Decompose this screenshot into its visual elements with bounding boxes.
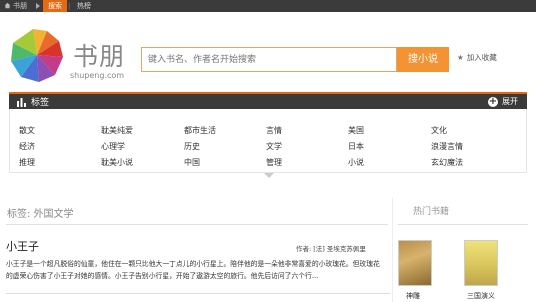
tag-link[interactable]: 文化 xyxy=(431,125,447,136)
tag-link[interactable]: 美国 xyxy=(348,125,364,136)
tag-link[interactable]: 耽美纯爱 xyxy=(101,125,133,136)
tag-panel-title: 标签 xyxy=(31,98,50,108)
logo-wordmark: 书朋 xyxy=(73,42,126,71)
book-cover[interactable] xyxy=(464,240,498,286)
tag-link[interactable]: 耽美小说 xyxy=(101,157,133,168)
top-nav-bar: 书朋 搜索 | 热榜 xyxy=(0,0,536,12)
hot-book-label[interactable]: 三国演义 xyxy=(467,291,495,301)
tag-link[interactable]: 言情 xyxy=(266,125,282,136)
home-icon[interactable] xyxy=(4,2,11,9)
book-cover[interactable] xyxy=(398,240,432,286)
tag-link[interactable]: 心理学 xyxy=(101,141,125,152)
tag-link[interactable]: 经济 xyxy=(19,141,35,152)
hot-books-title: 热门书籍 xyxy=(413,207,450,217)
tag-link[interactable]: 小说 xyxy=(348,157,364,168)
tag-link[interactable]: 都市生活 xyxy=(184,125,216,136)
tag-link[interactable]: 中国 xyxy=(184,157,200,168)
tab-hot[interactable]: 热榜 xyxy=(77,0,91,12)
expand-button[interactable]: + 展开 xyxy=(488,96,518,107)
tag-link[interactable]: 浪漫言情 xyxy=(431,141,463,152)
hot-book-label[interactable]: 神雕 xyxy=(406,291,420,301)
section-title: 标签: 外国文学 xyxy=(7,209,74,220)
collapse-caret-icon[interactable] xyxy=(264,173,274,178)
nav-separator: | xyxy=(68,2,71,10)
book-description-line: 的虚荣心伤害了小王子对她的感情。小王子告别小行星，开始了遨游太空的旅行。他先后访… xyxy=(6,272,319,280)
search-button[interactable]: 搜小说 xyxy=(397,47,449,72)
tag-link[interactable]: 管理 xyxy=(266,157,282,168)
hot-books-divider xyxy=(398,224,528,225)
top-brand-link[interactable]: 书朋 xyxy=(13,0,27,12)
book-author[interactable]: 作者: [法] 圣埃克苏佩里 xyxy=(296,243,366,253)
logo-domain: shupeng.com xyxy=(70,71,125,80)
book-description: 小王子是一个超凡脱俗的仙童，他住在一颗只比他大一丁点儿的小行星上。陪伴他的是一朵… xyxy=(6,258,390,282)
favorite-label: 加入收藏 xyxy=(466,53,497,62)
tag-panel-header: 标签 + 展开 xyxy=(9,92,527,109)
star-icon: ★ xyxy=(457,53,464,62)
tag-link[interactable]: 玄幻魔法 xyxy=(431,157,463,168)
sidebar-divider xyxy=(392,198,393,302)
plus-icon: + xyxy=(488,95,498,107)
book-description-line: 小王子是一个超凡脱俗的仙童，他住在一颗只比他大一丁点儿的小行星上。陪伴他的是一朵… xyxy=(6,260,380,268)
section-divider xyxy=(6,224,388,225)
tag-link[interactable]: 推理 xyxy=(19,157,35,168)
shupeng-logo[interactable] xyxy=(6,24,68,86)
tag-link[interactable]: 散文 xyxy=(19,125,35,136)
tag-link[interactable]: 日本 xyxy=(348,141,364,152)
book-divider xyxy=(6,293,390,294)
bar-chart-icon xyxy=(17,98,26,107)
tab-search[interactable]: 搜索 xyxy=(43,0,67,12)
expand-label: 展开 xyxy=(502,97,518,106)
breadcrumb-arrow-icon xyxy=(36,3,40,9)
add-favorite-link[interactable]: ★ 加入收藏 xyxy=(457,52,497,63)
book-title-link[interactable]: 小王子 xyxy=(6,238,39,254)
tag-link[interactable]: 历史 xyxy=(184,141,200,152)
search-input[interactable] xyxy=(141,47,397,72)
tag-link[interactable]: 文学 xyxy=(266,141,282,152)
